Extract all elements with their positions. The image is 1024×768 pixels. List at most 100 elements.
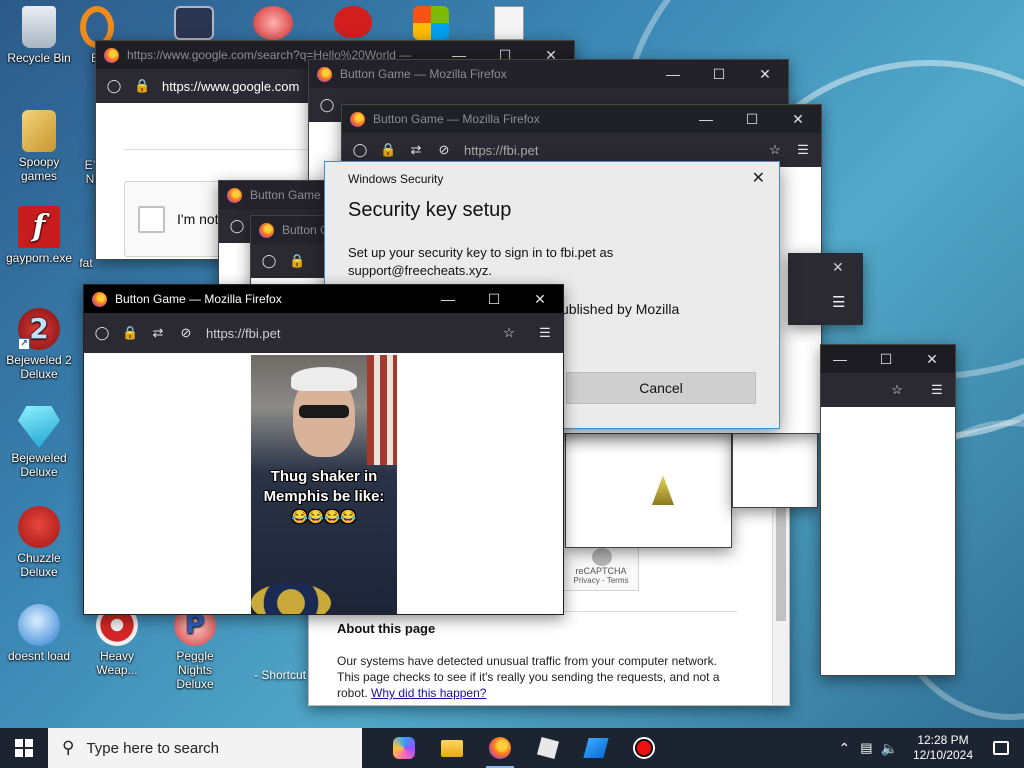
window-titlebar[interactable]: Button Game — Mozilla Firefox — ☐ ✕ xyxy=(342,105,821,133)
desktop-icon-recycle-bin[interactable]: Recycle Bin xyxy=(2,6,76,65)
desktop-icon-bejeweled[interactable]: Bejeweled Deluxe xyxy=(2,406,76,479)
permissions-icon[interactable]: ⇄ xyxy=(408,142,424,158)
dialog-close-button[interactable]: ✕ xyxy=(752,168,765,188)
meme-caption-line: Thug shaker in xyxy=(270,468,378,485)
windows-start-icon xyxy=(15,739,33,757)
taskbar-copilot[interactable] xyxy=(380,728,428,768)
desktop-icon-gayporn-exe[interactable]: f gayporn.exe xyxy=(2,206,76,265)
taskbar-search-box[interactable]: ⚲ Type here to search xyxy=(48,728,362,768)
shield-icon[interactable]: ◯ xyxy=(352,142,368,158)
taskbar-roblox-studio[interactable] xyxy=(572,728,620,768)
close-button[interactable]: ✕ xyxy=(775,111,821,128)
desktop-icon-label: Bejeweled 2 Deluxe xyxy=(6,353,72,381)
shield-icon[interactable]: ◯ xyxy=(319,97,335,113)
seal-shape xyxy=(251,583,331,614)
desktop-icon-doesnt-load[interactable]: doesnt load xyxy=(2,604,76,663)
firefox-icon xyxy=(489,737,511,759)
window-titlebar[interactable]: Button Game — xyxy=(219,181,327,209)
about-link[interactable]: Why did this happen? xyxy=(371,686,486,700)
start-button[interactable] xyxy=(0,728,48,768)
desktop-icon-bejeweled-2[interactable]: 2 ↗ Bejeweled 2 Deluxe xyxy=(2,308,76,381)
clock-date: 12/10/2024 xyxy=(912,748,974,762)
dialog-window-title: Windows Security xyxy=(348,172,444,186)
shield-icon[interactable]: ◯ xyxy=(94,325,110,341)
about-text: Our systems have detected unusual traffi… xyxy=(337,653,737,701)
close-button[interactable]: ✕ xyxy=(832,259,844,276)
window-title: Button G xyxy=(282,223,329,237)
close-button[interactable]: ✕ xyxy=(742,66,788,83)
bejeweled2-icon: 2 ↗ xyxy=(18,308,60,350)
sprite-icon xyxy=(652,475,674,505)
window-button-game-3[interactable]: ✕ ☰ xyxy=(788,253,863,325)
window-titlebar[interactable]: — ☐ ✕ xyxy=(821,345,955,373)
window-title: Button Game — Mozilla Firefox xyxy=(340,67,507,81)
notification-center-button[interactable] xyxy=(978,728,1024,768)
url-bar[interactable]: https://fbi.pet xyxy=(206,326,501,341)
recaptcha-checkbox[interactable] xyxy=(138,206,165,233)
taskbar-file-explorer[interactable] xyxy=(428,728,476,768)
permissions-icon[interactable]: ⇄ xyxy=(150,325,166,341)
close-button[interactable]: ✕ xyxy=(909,351,955,368)
window-title: Button Game — Mozilla Firefox xyxy=(115,292,282,306)
folder-icon xyxy=(22,110,56,152)
desktop-icon-angry-birds[interactable] xyxy=(330,6,376,42)
desktop-icon-windows[interactable] xyxy=(408,6,454,42)
desktop-icon-label: fat xyxy=(79,256,93,270)
minimize-button[interactable]: — xyxy=(683,111,729,127)
desktop-icon-chuzzle[interactable]: Chuzzle Deluxe xyxy=(2,506,76,579)
maximize-button[interactable]: ☐ xyxy=(729,111,775,128)
desktop-icon-spoopy-games[interactable]: Spoopy games xyxy=(2,110,76,183)
url-bar[interactable]: https://fbi.pet xyxy=(464,143,767,158)
recaptcha-brand: reCAPTCHA xyxy=(575,566,627,576)
bookmark-star-icon[interactable]: ☆ xyxy=(767,142,783,158)
taskbar-recorder[interactable] xyxy=(620,728,668,768)
window-titlebar[interactable]: Button G xyxy=(251,216,329,244)
document-icon xyxy=(494,6,524,40)
menu-icon[interactable]: ☰ xyxy=(795,142,811,158)
close-button[interactable]: ✕ xyxy=(517,291,563,308)
maximize-button[interactable]: ☐ xyxy=(471,291,517,308)
desktop-icon-label: - Shortcut xyxy=(254,668,307,682)
menu-icon[interactable]: ☰ xyxy=(832,293,845,311)
bookmark-star-icon[interactable]: ☆ xyxy=(889,382,905,398)
desktop-icon-peggle-top[interactable] xyxy=(250,6,296,42)
window-button-game-4[interactable]: — ☐ ✕ ☆ ☰ xyxy=(820,344,956,676)
menu-icon[interactable]: ☰ xyxy=(929,382,945,398)
desktop-icon-mp[interactable] xyxy=(172,6,216,42)
window-titlebar[interactable]: Button Game — Mozilla Firefox — ☐ ✕ xyxy=(84,285,563,313)
desktop-icon-peggle-nights[interactable]: P Peggle Nights Deluxe xyxy=(158,604,232,691)
clock[interactable]: 12:28 PM 12/10/2024 xyxy=(908,733,978,763)
shield-icon[interactable]: ◯ xyxy=(261,253,277,269)
recaptcha-links[interactable]: Privacy - Terms xyxy=(564,576,638,585)
thunderbird-icon xyxy=(18,604,60,646)
minimize-button[interactable]: — xyxy=(821,351,863,367)
volume-icon[interactable]: 🔈 xyxy=(881,740,898,757)
divider xyxy=(124,149,324,150)
firefox-icon xyxy=(104,47,119,63)
minimize-button[interactable]: — xyxy=(425,291,471,307)
shield-icon[interactable]: ◯ xyxy=(229,218,245,234)
maximize-button[interactable]: ☐ xyxy=(863,351,909,368)
firefox-icon xyxy=(92,291,107,307)
meme-emoji: 😂😂😂😂 xyxy=(291,509,357,524)
shield-icon[interactable]: ◯ xyxy=(106,78,122,94)
maximize-button[interactable]: ☐ xyxy=(696,66,742,83)
record-icon xyxy=(633,737,655,759)
autoplay-blocked-icon[interactable]: ⊘ xyxy=(436,142,452,158)
show-hidden-icons-chevron-icon[interactable]: ⌃ xyxy=(839,740,851,757)
search-icon: ⚲ xyxy=(62,738,75,757)
desktop-icon-document[interactable] xyxy=(486,6,532,42)
window-button-game-front[interactable]: Button Game — Mozilla Firefox — ☐ ✕ ◯ 🔒 … xyxy=(83,284,564,615)
shortcut-arrow-icon: ↗ xyxy=(18,338,30,350)
minimize-button[interactable]: — xyxy=(650,66,696,82)
window-titlebar[interactable]: Button Game — Mozilla Firefox — ☐ ✕ xyxy=(309,60,788,88)
autoplay-blocked-icon[interactable]: ⊘ xyxy=(178,325,194,341)
bookmark-star-icon[interactable]: ☆ xyxy=(501,325,517,341)
menu-icon[interactable]: ☰ xyxy=(537,325,553,341)
taskbar-roblox[interactable] xyxy=(524,728,572,768)
taskbar-firefox[interactable] xyxy=(476,728,524,768)
desktop-icon-label: doesnt load xyxy=(7,649,71,663)
dialog-heading: Security key setup xyxy=(348,199,512,221)
cancel-button[interactable]: Cancel xyxy=(566,372,756,404)
network-icon[interactable]: ▤ xyxy=(860,740,872,756)
